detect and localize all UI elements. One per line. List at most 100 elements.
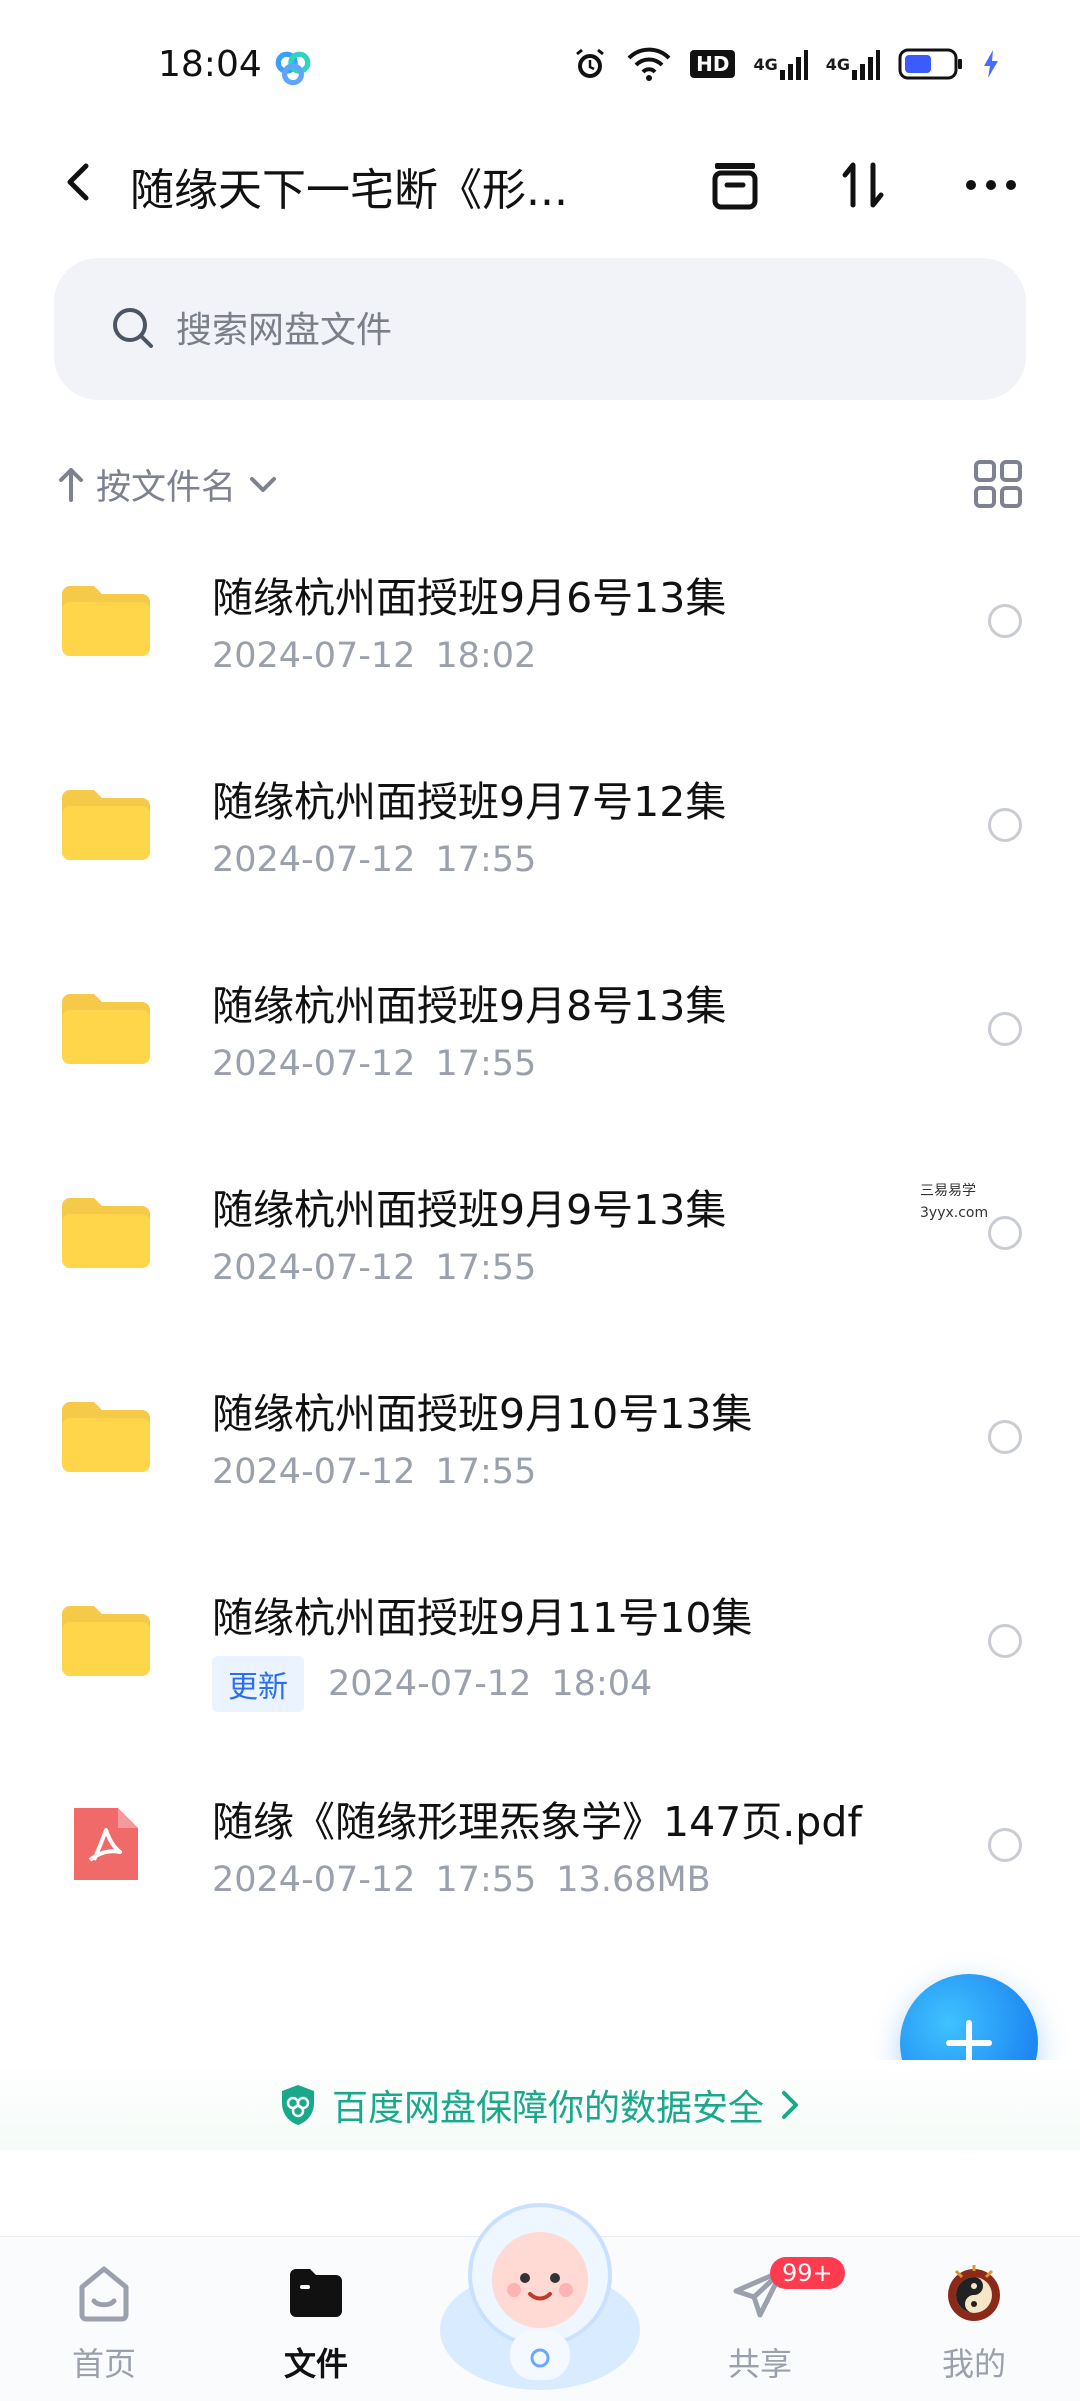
file-time: 17:55 xyxy=(435,1044,537,1084)
chevron-right-icon xyxy=(782,2091,798,2119)
sort-icon xyxy=(842,162,884,208)
file-name: 随缘杭州面授班9月10号13集 xyxy=(212,1390,753,1438)
file-name: 随缘杭州面授班9月9号13集 xyxy=(212,1186,727,1234)
security-text: 百度网盘保障你的数据安全 xyxy=(331,2088,764,2129)
file-meta: 2024-07-12 17:55 xyxy=(212,1044,536,1084)
arrow-up-icon xyxy=(59,468,83,502)
file-row[interactable]: 随缘杭州面授班9月6号13集 2024-07-12 18:02 xyxy=(0,520,1080,724)
net-label-2: 4G xyxy=(825,54,850,74)
nav-files-label: 文件 xyxy=(283,2345,348,2383)
status-time: 18:04 xyxy=(158,44,262,85)
file-date: 2024-07-12 xyxy=(212,1860,416,1900)
file-date: 2024-07-12 xyxy=(212,1452,416,1492)
select-radio[interactable] xyxy=(988,1216,1022,1250)
pdf-icon xyxy=(74,1808,138,1880)
folder-icon xyxy=(62,1198,150,1268)
header: 随缘天下一宅断《形... xyxy=(0,130,1080,230)
file-date: 2024-07-12 xyxy=(212,1248,416,1288)
nav-share-label: 共享 xyxy=(727,2345,792,2383)
status-bar: 18:04 HD 4G 4G xyxy=(0,0,1080,130)
file-meta: 2024-07-12 17:55 13.68MB xyxy=(212,1860,711,1900)
file-time: 17:55 xyxy=(435,1248,537,1288)
file-date: 2024-07-12 xyxy=(212,1044,416,1084)
nav-home-label: 首页 xyxy=(71,2345,136,2383)
folder-nav-icon xyxy=(290,2269,342,2317)
file-size: 13.68MB xyxy=(556,1860,711,1900)
archive-button[interactable] xyxy=(700,150,770,220)
chevron-down-icon xyxy=(250,477,277,492)
watermark-line-1: 三易易学 xyxy=(920,1183,976,1199)
file-name: 随缘杭州面授班9月7号12集 xyxy=(212,778,727,826)
select-radio[interactable] xyxy=(988,1420,1022,1454)
chevron-left-icon xyxy=(67,163,89,201)
file-row[interactable]: 随缘杭州面授班9月10号13集 2024-07-12 17:55 xyxy=(0,1336,1080,1540)
file-meta: 2024-07-12 17:55 xyxy=(212,840,536,880)
home-icon xyxy=(79,2266,129,2322)
grid-view-icon[interactable] xyxy=(972,458,1024,510)
file-date: 2024-07-12 xyxy=(212,636,416,676)
security-banner[interactable]: 百度网盘保障你的数据安全 xyxy=(0,2060,1080,2150)
file-row[interactable]: 随缘杭州面授班9月7号12集 2024-07-12 17:55 xyxy=(0,724,1080,928)
sort-button[interactable] xyxy=(828,150,898,220)
folder-icon xyxy=(62,994,150,1064)
battery-icon xyxy=(898,44,964,84)
select-radio[interactable] xyxy=(988,808,1022,842)
status-icons: HD 4G 4G xyxy=(572,44,1000,84)
nav-share[interactable]: 99+ 共享 xyxy=(690,2257,845,2391)
file-date: 2024-07-12 xyxy=(328,1664,532,1704)
file-row[interactable]: 随缘杭州面授班9月8号13集 2024-07-12 17:55 xyxy=(0,928,1080,1132)
watermark-line-2: 3yyx.com xyxy=(920,1205,989,1221)
file-time: 17:55 xyxy=(435,840,537,880)
file-name: 随缘《随缘形理炁象学》147页.pdf xyxy=(212,1798,862,1846)
file-row[interactable]: 随缘《随缘形理炁象学》147页.pdf 2024-07-12 17:55 13.… xyxy=(0,1744,1080,1948)
sort-label: 按文件名 xyxy=(96,467,237,508)
baidu-netdisk-icon xyxy=(275,51,311,86)
file-row[interactable]: 随缘杭州面授班9月9号13集 2024-07-12 17:55 xyxy=(0,1132,1080,1336)
select-radio[interactable] xyxy=(988,1624,1022,1658)
search-input[interactable] xyxy=(174,258,978,402)
file-date: 2024-07-12 xyxy=(212,840,416,880)
file-name: 随缘杭州面授班9月8号13集 xyxy=(212,982,727,1030)
file-row[interactable]: 随缘杭州面授班9月11号10集 更新 2024-07-12 18:04 xyxy=(0,1540,1080,1744)
nav-files[interactable]: 文件 xyxy=(246,2261,386,2391)
file-meta: 更新 2024-07-12 18:04 xyxy=(212,1656,652,1712)
back-button[interactable] xyxy=(50,152,110,212)
nav-home[interactable]: 首页 xyxy=(34,2261,174,2391)
folder-icon xyxy=(62,1606,150,1676)
folder-icon xyxy=(62,790,150,860)
alarm-icon xyxy=(572,44,608,84)
folder-icon xyxy=(62,1402,150,1472)
hd-label: HD xyxy=(690,50,736,78)
file-name: 随缘杭州面授班9月6号13集 xyxy=(212,574,727,622)
net-label-1: 4G xyxy=(753,54,778,74)
file-meta: 2024-07-12 18:02 xyxy=(212,636,536,676)
archive-icon xyxy=(712,163,758,210)
file-name: 随缘杭州面授班9月11号10集 xyxy=(212,1594,753,1642)
file-time: 17:55 xyxy=(435,1860,537,1900)
select-radio[interactable] xyxy=(988,604,1022,638)
more-button[interactable] xyxy=(956,150,1026,220)
search-bar[interactable] xyxy=(54,258,1026,402)
file-time: 18:02 xyxy=(435,636,537,676)
select-radio[interactable] xyxy=(988,1012,1022,1046)
mascot-icon[interactable] xyxy=(430,2180,650,2400)
shield-icon xyxy=(281,2085,314,2125)
signal-4g-icon: 4G xyxy=(753,44,808,84)
sort-selector[interactable]: 按文件名 xyxy=(56,456,280,512)
nav-me[interactable]: 我的 xyxy=(904,2261,1044,2391)
page-title: 随缘天下一宅断《形... xyxy=(130,165,568,216)
watermark: 三易易学 3yyx.com xyxy=(920,1180,988,1224)
file-meta: 2024-07-12 17:55 xyxy=(212,1248,536,1288)
signal-4g-icon-2: 4G xyxy=(826,44,880,84)
file-meta: 2024-07-12 17:55 xyxy=(212,1452,536,1492)
more-icon xyxy=(966,180,1016,190)
nav-me-label: 我的 xyxy=(941,2345,1006,2383)
search-icon xyxy=(113,308,153,348)
file-time: 18:04 xyxy=(551,1664,653,1704)
avatar xyxy=(948,2265,1000,2321)
file-time: 17:55 xyxy=(435,1452,537,1492)
folder-icon xyxy=(62,586,150,656)
select-radio[interactable] xyxy=(988,1828,1022,1862)
update-badge: 更新 xyxy=(212,1656,304,1712)
share-badge: 99+ xyxy=(770,2257,845,2289)
